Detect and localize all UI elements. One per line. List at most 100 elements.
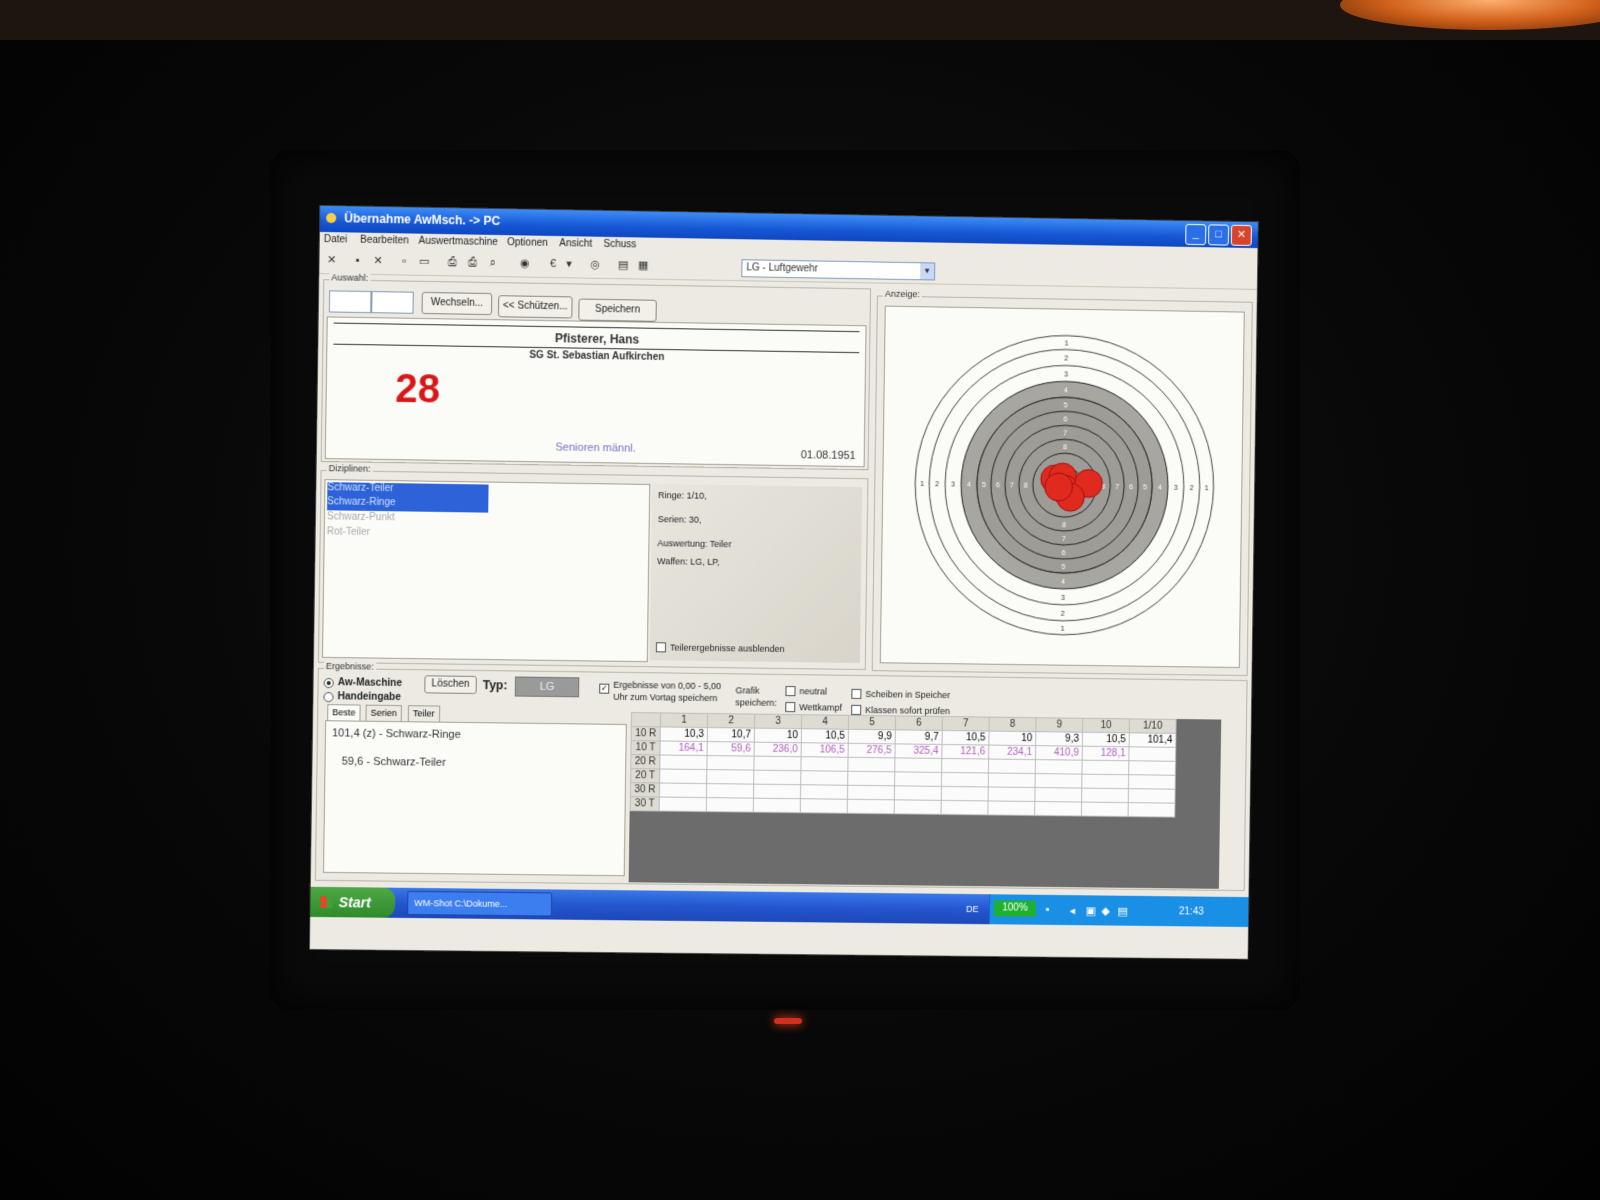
- score-cell[interactable]: [894, 771, 942, 787]
- tray-app-icon[interactable]: ▤: [1117, 905, 1128, 918]
- language-indicator[interactable]: DE: [966, 904, 979, 914]
- weapon-select[interactable]: LG - Luftgewehr ▼: [741, 259, 936, 281]
- menu-bearbeiten[interactable]: Bearbeiten: [360, 235, 409, 247]
- score-cell[interactable]: 164,1: [659, 740, 708, 756]
- tab-teiler[interactable]: Teiler: [407, 705, 440, 722]
- score-cell[interactable]: [800, 784, 848, 800]
- score-cell[interactable]: 9,9: [848, 729, 896, 744]
- score-cell[interactable]: [1081, 760, 1129, 775]
- schuetzen-button[interactable]: << Schützen...: [497, 295, 573, 319]
- score-cell[interactable]: 276,5: [848, 743, 896, 758]
- score-cell[interactable]: 10,5: [801, 728, 849, 744]
- score-cell[interactable]: 234,1: [988, 745, 1036, 760]
- camera-icon[interactable]: ◉: [517, 256, 533, 271]
- print-all-icon[interactable]: ⎙: [464, 255, 480, 270]
- taskbar-item-wmshot[interactable]: WM-Shot C:\Dokume...: [407, 890, 553, 917]
- score-cell[interactable]: [894, 799, 942, 815]
- discipline-item-schwarz-punkt[interactable]: Schwarz-Punkt: [327, 511, 395, 523]
- shooter-id-field[interactable]: [328, 290, 372, 314]
- print-preview-icon[interactable]: ⌕: [485, 256, 501, 271]
- discipline-item-schwarz-ringe[interactable]: Schwarz-Ringe: [327, 496, 489, 513]
- score-cell[interactable]: [941, 772, 989, 787]
- score-cell[interactable]: [988, 759, 1036, 774]
- menu-ansicht[interactable]: Ansicht: [559, 238, 592, 250]
- dropdown-arrow-icon[interactable]: ▾: [561, 257, 577, 272]
- score-cell[interactable]: [1035, 773, 1082, 789]
- wechseln-button[interactable]: Wechseln...: [421, 291, 493, 316]
- score-cell[interactable]: [847, 757, 895, 772]
- score-cell[interactable]: [847, 799, 895, 814]
- aw-maschine-radio[interactable]: [323, 677, 334, 689]
- score-cell[interactable]: [1128, 788, 1176, 804]
- score-cell[interactable]: [1128, 760, 1176, 776]
- score-cell[interactable]: 128,1: [1082, 746, 1130, 761]
- delete-icon[interactable]: ✕: [370, 254, 386, 269]
- handeingabe-radio[interactable]: [323, 692, 334, 703]
- score-cell[interactable]: 101,4: [1129, 732, 1176, 748]
- score-cell[interactable]: [1128, 746, 1176, 762]
- shooter-id-field-2[interactable]: [371, 291, 414, 314]
- target-icon[interactable]: ◎: [587, 258, 603, 273]
- discipline-item-rot-teiler[interactable]: Rot-Teiler: [327, 526, 370, 538]
- score-cell[interactable]: 10,5: [942, 730, 990, 746]
- score-cell[interactable]: [753, 784, 801, 799]
- tray-speaker-icon[interactable]: ◂: [1070, 904, 1076, 917]
- settings-icon[interactable]: ▦: [635, 258, 651, 273]
- menu-auswertmaschine[interactable]: Auswertmaschine: [418, 236, 498, 248]
- print-icon[interactable]: ⎙: [444, 255, 460, 270]
- loeschen-button[interactable]: Löschen: [424, 675, 477, 695]
- save-icon[interactable]: ▪: [350, 254, 366, 269]
- score-cell[interactable]: [800, 756, 849, 772]
- discipline-list[interactable]: Schwarz-Teiler Schwarz-Ringe Schwarz-Pun…: [321, 479, 651, 663]
- menu-schuss[interactable]: Schuss: [603, 239, 636, 251]
- score-cell[interactable]: [1081, 774, 1129, 789]
- euro-icon[interactable]: €: [545, 257, 561, 272]
- speichern-button[interactable]: Speichern: [578, 298, 657, 322]
- score-cell[interactable]: [1035, 759, 1083, 775]
- hide-teiler-checkbox[interactable]: [655, 642, 667, 653]
- score-cell[interactable]: [706, 797, 754, 813]
- score-cell[interactable]: [753, 756, 802, 771]
- range-checkbox[interactable]: ✓: [599, 683, 610, 694]
- score-cell[interactable]: [659, 797, 707, 812]
- score-cell[interactable]: [659, 782, 707, 798]
- score-cell[interactable]: [800, 770, 848, 786]
- new-icon[interactable]: ▫: [396, 254, 412, 269]
- score-cell[interactable]: 410,9: [1035, 745, 1083, 761]
- tray-network-icon[interactable]: ▣: [1085, 904, 1096, 917]
- score-cell[interactable]: 121,6: [941, 744, 989, 760]
- score-cell[interactable]: [1034, 787, 1082, 803]
- score-cell[interactable]: [1128, 774, 1176, 790]
- score-cell[interactable]: 9,7: [895, 729, 943, 745]
- machine-icon[interactable]: ▤: [615, 258, 631, 273]
- scheiben-checkbox[interactable]: [851, 688, 862, 699]
- score-cell[interactable]: [847, 785, 895, 800]
- score-cell[interactable]: [941, 758, 989, 773]
- score-cell[interactable]: [706, 783, 754, 799]
- score-cell[interactable]: 59,6: [707, 741, 755, 757]
- score-cell[interactable]: [894, 785, 942, 801]
- wettkampf-checkbox[interactable]: [785, 702, 796, 713]
- score-cell[interactable]: 10,3: [660, 726, 708, 742]
- score-cell[interactable]: [659, 754, 708, 770]
- chevron-down-icon[interactable]: ▼: [920, 263, 935, 280]
- minimize-icon[interactable]: _: [1185, 223, 1207, 246]
- score-cell[interactable]: [706, 769, 754, 785]
- tray-plug-icon[interactable]: ▪: [1046, 904, 1050, 916]
- open-icon[interactable]: ▭: [416, 255, 432, 270]
- score-cell[interactable]: [706, 755, 755, 771]
- battery-indicator[interactable]: 100%: [993, 900, 1036, 917]
- score-cell[interactable]: [659, 768, 707, 784]
- score-cell[interactable]: [1034, 801, 1082, 817]
- score-cell[interactable]: 10,5: [1082, 732, 1130, 747]
- menu-datei[interactable]: Datei: [324, 234, 348, 245]
- tab-beste[interactable]: Beste: [327, 704, 361, 721]
- tray-security-icon[interactable]: ◆: [1101, 904, 1110, 917]
- score-cell[interactable]: [988, 772, 1036, 788]
- score-cell[interactable]: 325,4: [894, 743, 943, 759]
- score-cell[interactable]: [753, 770, 801, 785]
- score-cell[interactable]: [987, 800, 1035, 816]
- score-cell[interactable]: [988, 786, 1036, 802]
- menu-optionen[interactable]: Optionen: [507, 237, 548, 249]
- score-cell[interactable]: [1128, 802, 1175, 818]
